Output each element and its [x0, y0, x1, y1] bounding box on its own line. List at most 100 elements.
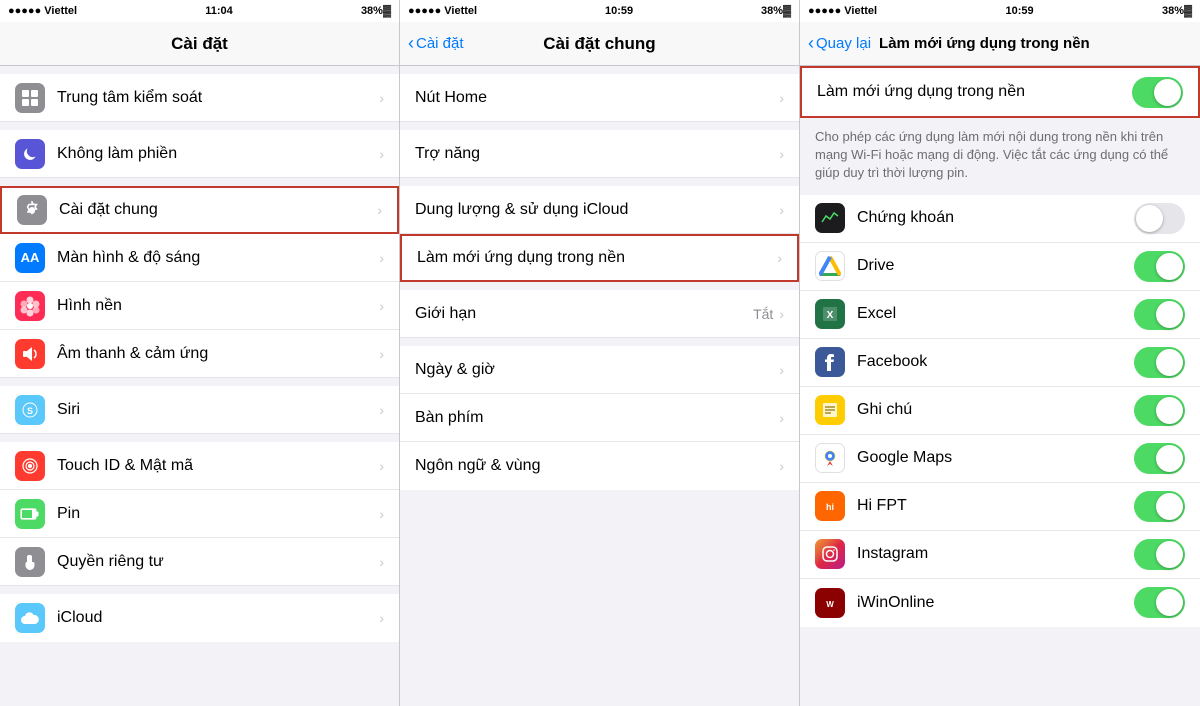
thumb-chung-khoan [1136, 205, 1163, 232]
item-hinh-nen[interactable]: Hình nền › [0, 282, 399, 330]
item-label-cai-dat-chung: Cài đặt chung [59, 201, 377, 219]
flower-icon [15, 291, 45, 321]
nav-title-1: Cài đặt [171, 34, 228, 54]
item-label-man-hinh: Màn hình & độ sáng [57, 249, 379, 267]
chevron-touch-id: › [379, 458, 384, 474]
label-chung-khoan: Chứng khoán [857, 209, 1134, 227]
main-toggle-label: Làm mới ứng dụng trong nền [817, 83, 1132, 101]
label-hi-fpt: Hi FPT [857, 497, 1134, 515]
item-instagram[interactable]: Instagram [800, 531, 1200, 579]
toggle-instagram[interactable] [1134, 539, 1185, 570]
chevron-gioi-han: › [779, 306, 784, 322]
chevron-icloud: › [379, 610, 384, 626]
item-icloud[interactable]: iCloud › [0, 594, 399, 642]
hi-fpt-icon: hi [815, 491, 845, 521]
item-ngon-ngu[interactable]: Ngôn ngữ & vùng › [400, 442, 799, 490]
chevron-lam-moi: › [777, 250, 782, 266]
panel-cai-dat: ●●●●● Viettel 11:04 38%▓ Cài đặt Trung t… [0, 0, 400, 706]
chevron-pin: › [379, 506, 384, 522]
iwin-icon: W [815, 588, 845, 618]
nav-title-3: Làm mới ứng dụng trong nền [879, 35, 1090, 52]
label-facebook: Facebook [857, 353, 1134, 371]
item-ngay-gio[interactable]: Ngày & giờ › [400, 346, 799, 394]
item-trung-tam[interactable]: Trung tâm kiểm soát › [0, 74, 399, 122]
toggle-chung-khoan[interactable] [1134, 203, 1185, 234]
google-maps-icon [815, 443, 845, 473]
item-nut-home[interactable]: Nút Home › [400, 74, 799, 122]
chevron-ngay-gio: › [779, 362, 784, 378]
item-cai-dat-chung[interactable]: Cài đặt chung › [0, 186, 399, 234]
chevron-trung-tam: › [379, 90, 384, 106]
moon-icon [15, 139, 45, 169]
label-gioi-han: Giới hạn [415, 305, 753, 323]
toggle-hi-fpt[interactable] [1134, 491, 1185, 522]
item-chung-khoan[interactable]: Chứng khoán [800, 195, 1200, 243]
toggle-iwin[interactable] [1134, 587, 1185, 618]
item-ghi-chu[interactable]: Ghi chú [800, 387, 1200, 435]
chevron-quyen-rieng-tu: › [379, 554, 384, 570]
toggle-google-maps[interactable] [1134, 443, 1185, 474]
item-dung-luong-icloud[interactable]: Dung lượng & sử dụng iCloud › [400, 186, 799, 234]
back-button-2[interactable]: ‹ Cài đặt [408, 33, 464, 54]
item-ban-phim[interactable]: Bàn phím › [400, 394, 799, 442]
chevron-dung-luong: › [779, 202, 784, 218]
label-instagram: Instagram [857, 545, 1134, 563]
item-touch-id[interactable]: Touch ID & Mật mã › [0, 442, 399, 490]
thumb-iwin [1156, 589, 1183, 616]
item-gioi-han[interactable]: Giới hạn Tắt › [400, 290, 799, 338]
label-nut-home: Nút Home [415, 89, 779, 107]
item-label-siri: Siri [57, 401, 379, 419]
toggle-excel[interactable] [1134, 299, 1185, 330]
chevron-siri: › [379, 402, 384, 418]
time-3: 10:59 [1005, 5, 1033, 17]
item-am-thanh[interactable]: Âm thanh & cảm ứng › [0, 330, 399, 378]
nav-bar-1: Cài đặt [0, 22, 399, 66]
svg-text:hi: hi [826, 502, 834, 512]
status-bar-3: ●●●●● Viettel 10:59 38%▓ [800, 0, 1200, 22]
chevron-man-hinh: › [379, 250, 384, 266]
siri-icon: S [15, 395, 45, 425]
item-drive[interactable]: Drive [800, 243, 1200, 291]
chevron-ngon-ngu: › [779, 458, 784, 474]
squares-icon [15, 83, 45, 113]
main-toggle[interactable] [1132, 77, 1183, 108]
settings-list-3: Làm mới ứng dụng trong nền Cho phép các … [800, 66, 1200, 706]
chevron-tro-nang: › [779, 146, 784, 162]
item-iwin-online[interactable]: W iWinOnline [800, 579, 1200, 627]
item-pin[interactable]: Pin › [0, 490, 399, 538]
item-label-pin: Pin [57, 505, 379, 523]
item-google-maps[interactable]: Google Maps [800, 435, 1200, 483]
chevron-left-icon-3: ‹ [808, 33, 814, 54]
facebook-icon [815, 347, 845, 377]
panel-cai-dat-chung: ●●●●● Viettel 10:59 38%▓ ‹ Cài đặt Cài đ… [400, 0, 800, 706]
item-khong-lam-phien[interactable]: Không làm phiền › [0, 130, 399, 178]
back-label-2: Cài đặt [416, 35, 464, 52]
value-gioi-han: Tắt [753, 306, 773, 322]
item-hi-fpt[interactable]: hi Hi FPT [800, 483, 1200, 531]
item-lam-moi[interactable]: Làm mới ứng dụng trong nền › [400, 234, 799, 282]
item-quyen-rieng-tu[interactable]: Quyền riêng tư › [0, 538, 399, 586]
main-toggle-row: Làm mới ứng dụng trong nền [800, 66, 1200, 118]
toggle-ghi-chu[interactable] [1134, 395, 1185, 426]
toggle-facebook[interactable] [1134, 347, 1185, 378]
back-button-3[interactable]: ‹ Quay lại [808, 33, 871, 54]
status-bar-1: ●●●●● Viettel 11:04 38%▓ [0, 0, 399, 22]
chevron-hinh-nen: › [379, 298, 384, 314]
toggle-drive[interactable] [1134, 251, 1185, 282]
item-man-hinh[interactable]: AA Màn hình & độ sáng › [0, 234, 399, 282]
item-siri[interactable]: S Siri › [0, 386, 399, 434]
thumb-facebook [1156, 349, 1183, 376]
label-ngay-gio: Ngày & giờ [415, 361, 779, 379]
label-iwin: iWinOnline [857, 594, 1134, 612]
label-google-maps: Google Maps [857, 449, 1134, 467]
item-facebook[interactable]: Facebook [800, 339, 1200, 387]
thumb-excel [1156, 301, 1183, 328]
item-tro-nang[interactable]: Trợ năng › [400, 130, 799, 178]
chevron-nut-home: › [779, 90, 784, 106]
instagram-icon [815, 539, 845, 569]
label-lam-moi: Làm mới ứng dụng trong nền [417, 249, 777, 267]
thumb-hi-fpt [1156, 493, 1183, 520]
label-ghi-chu: Ghi chú [857, 401, 1134, 419]
svg-text:S: S [27, 406, 33, 416]
item-excel[interactable]: X Excel [800, 291, 1200, 339]
